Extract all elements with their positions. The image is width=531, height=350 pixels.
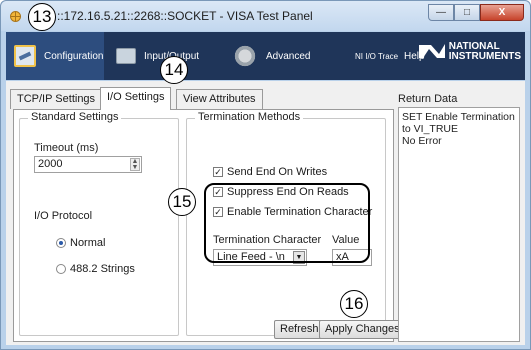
ni-logo-line2: INSTRUMENTS — [448, 51, 521, 62]
return-data-line: SET Enable Termination — [402, 111, 515, 123]
close-button[interactable]: X — [480, 4, 524, 21]
timeout-input[interactable]: 2000 ▲ ▼ — [34, 156, 142, 173]
tab-io-settings[interactable]: I/O Settings — [100, 87, 172, 110]
io-protocol-label: I/O Protocol — [34, 210, 93, 222]
radio-unselected-icon — [56, 264, 66, 274]
radio-selected-icon — [56, 238, 66, 248]
termination-methods-title: Termination Methods — [195, 111, 304, 123]
configuration-icon — [14, 45, 36, 67]
visa-test-panel-window: ::172.16.5.21::2268::SOCKET - VISA Test … — [0, 0, 531, 350]
ni-logo: NATIONAL INSTRUMENTS — [418, 42, 521, 62]
app-icon — [10, 11, 21, 22]
callout-15: 15 — [168, 188, 196, 216]
timeout-spinner[interactable]: ▲ ▼ — [130, 158, 140, 171]
title-bar[interactable]: ::172.16.5.21::2268::SOCKET - VISA Test … — [1, 1, 530, 31]
refresh-button[interactable]: Refresh — [274, 320, 325, 339]
maximize-icon: □ — [463, 7, 471, 18]
checkbox-checked-icon: ✓ — [213, 167, 223, 177]
minimize-icon: — — [436, 7, 446, 18]
maximize-button[interactable]: □ — [454, 4, 480, 21]
timeout-value: 2000 — [38, 158, 63, 170]
callout-14: 14 — [160, 56, 188, 84]
toolbar-configuration-label: Configuration — [44, 50, 104, 62]
protocol-normal-label: Normal — [70, 237, 106, 249]
close-icon: X — [498, 7, 506, 18]
protocol-4882-radio[interactable]: 488.2 Strings — [56, 263, 135, 275]
callout-13: 13 — [28, 3, 56, 31]
tab-view-attributes-label: View Attributes — [183, 93, 256, 105]
monitor-icon — [116, 48, 136, 64]
return-data-line: No Error — [402, 135, 442, 147]
refresh-label: Refresh — [280, 323, 319, 335]
toolbar: Configuration Input/Output Advanced NI I… — [6, 32, 525, 80]
tab-io-settings-label: I/O Settings — [107, 91, 165, 103]
termination-highlight-box — [204, 183, 370, 263]
return-data-line: to VI_TRUE — [402, 123, 459, 135]
standard-settings-group: Standard Settings Timeout (ms) 2000 ▲ ▼ I… — [19, 111, 179, 336]
send-end-label: Send End On Writes — [227, 166, 328, 178]
gear-icon — [232, 43, 258, 69]
window-title: ::172.16.5.21::2268::SOCKET - VISA Test … — [57, 9, 313, 23]
return-data-label: Return Data — [398, 93, 458, 105]
toolbar-advanced-label: Advanced — [266, 50, 311, 62]
tab-tcpip-settings[interactable]: TCP/IP Settings — [10, 89, 103, 109]
apply-changes-label: Apply Changes — [325, 323, 400, 335]
protocol-normal-radio[interactable]: Normal — [56, 237, 105, 249]
timeout-label: Timeout (ms) — [34, 142, 99, 154]
send-end-checkbox[interactable]: ✓ Send End On Writes — [213, 166, 327, 178]
callout-16: 16 — [340, 290, 368, 318]
toolbar-advanced[interactable]: Advanced — [232, 32, 312, 80]
tab-view-attributes[interactable]: View Attributes — [176, 89, 263, 109]
toolbar-ni-io-trace[interactable]: NI I/O Trace — [355, 32, 398, 80]
toolbar-configuration[interactable]: Configuration — [6, 32, 104, 80]
protocol-4882-label: 488.2 Strings — [70, 263, 135, 275]
ni-eagle-icon — [418, 44, 445, 58]
return-data-box[interactable]: SET Enable Termination to VI_TRUE No Err… — [398, 107, 520, 342]
minimize-button[interactable]: — — [428, 4, 454, 21]
standard-settings-title: Standard Settings — [28, 111, 122, 123]
tab-tcpip-settings-label: TCP/IP Settings — [17, 93, 96, 105]
apply-changes-button[interactable]: Apply Changes — [319, 320, 406, 339]
toolbar-ni-io-trace-label: NI I/O Trace — [355, 51, 399, 61]
